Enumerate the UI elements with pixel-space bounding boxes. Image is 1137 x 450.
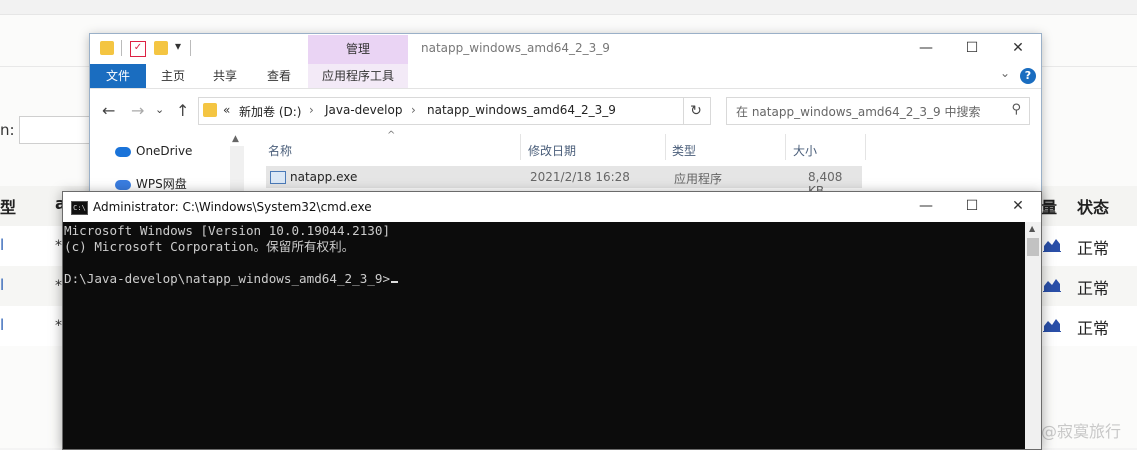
text-cursor — [391, 281, 399, 283]
tab-view[interactable]: 查看 — [258, 64, 300, 88]
maximize-button[interactable]: ☐ — [949, 34, 995, 64]
console-line: Microsoft Windows [Version 10.0.19044.21… — [64, 223, 391, 238]
tab-home[interactable]: 主页 — [152, 64, 194, 88]
file-modified: 2021/2/18 16:28 — [530, 170, 630, 184]
file-row[interactable]: natapp.exe 2021/2/18 16:28 应用程序 8,408 KB — [266, 166, 862, 198]
tab-file[interactable]: 文件 — [90, 64, 146, 88]
column-divider[interactable] — [520, 134, 521, 160]
cloud-icon — [115, 179, 131, 190]
cloud-icon — [115, 146, 131, 157]
help-icon[interactable]: ? — [1020, 68, 1036, 84]
toolbar-separator — [190, 40, 191, 56]
search-icon[interactable]: ⚲ — [1011, 102, 1021, 117]
window-title: Administrator: C:\Windows\System32\cmd.e… — [93, 200, 372, 214]
breadcrumb-drive[interactable]: 新加卷 (D:) — [239, 103, 301, 120]
folder-icon[interactable] — [100, 41, 114, 55]
row-masked-value: * — [55, 238, 62, 254]
up-button[interactable]: ↑ — [176, 101, 189, 120]
sort-ascending-icon: ^ — [387, 130, 396, 141]
console-line: (c) Microsoft Corporation。保留所有权利。 — [64, 239, 355, 254]
page-top-band — [0, 0, 1137, 15]
explorer-title-bar[interactable]: ✓ ▾ 管理 natapp_windows_amd64_2_3_9 — ☐ ✕ — [90, 34, 1041, 64]
column-header-quantity: 量 — [1041, 198, 1058, 217]
row-masked-value: * — [55, 278, 62, 294]
column-divider[interactable] — [665, 134, 666, 160]
application-icon — [270, 171, 286, 184]
breadcrumb-separator-icon[interactable]: › — [309, 103, 314, 117]
scroll-up-icon[interactable]: ▲ — [1029, 224, 1035, 233]
maximize-button[interactable]: ☐ — [949, 192, 995, 222]
column-header-type[interactable]: 类型 — [672, 142, 696, 159]
row-status: 正常 — [1077, 319, 1110, 338]
nav-item-wps-drive[interactable]: WPS网盘 — [115, 175, 187, 192]
tab-share[interactable]: 共享 — [204, 64, 246, 88]
folder-icon — [203, 103, 217, 117]
search-box[interactable]: 在 natapp_windows_amd64_2_3_9 中搜索 ⚲ — [726, 97, 1030, 125]
chart-icon[interactable] — [1043, 316, 1061, 332]
breadcrumb-separator-icon[interactable]: › — [411, 103, 416, 117]
window-title: natapp_windows_amd64_2_3_9 — [421, 41, 610, 55]
address-bar[interactable]: « 新加卷 (D:) › Java-develop › natapp_windo… — [198, 97, 779, 125]
breadcrumb-java-develop[interactable]: Java-develop — [325, 103, 402, 117]
file-type: 应用程序 — [674, 172, 723, 186]
column-header-name[interactable]: 名称 — [268, 142, 292, 159]
row-status: 正常 — [1077, 279, 1110, 298]
console-prompt-line[interactable]: D:\Java-develop\natapp_windows_amd64_2_3… — [64, 271, 399, 287]
row-masked-value: * — [55, 318, 62, 334]
console-scrollbar[interactable]: ▲ — [1025, 222, 1041, 449]
nav-item-onedrive[interactable]: OneDrive — [115, 144, 192, 158]
column-divider[interactable] — [785, 134, 786, 160]
column-header-type: 型 — [0, 198, 17, 217]
new-folder-icon[interactable] — [154, 41, 168, 55]
quick-access-dropdown-icon[interactable]: ▾ — [175, 39, 181, 53]
refresh-button[interactable]: ↻ — [682, 97, 711, 125]
cmd-icon[interactable]: C:\ — [71, 201, 88, 215]
ribbon-tabs: 文件 主页 共享 查看 应用程序工具 ⌄ ? — [90, 64, 1041, 89]
tab-application-tools[interactable]: 应用程序工具 — [308, 64, 408, 88]
close-button[interactable]: ✕ — [995, 34, 1041, 64]
address-bar-row: ← → ⌄ ↑ « 新加卷 (D:) › Java-develop › nata… — [90, 94, 1041, 128]
scrollbar-thumb[interactable] — [1027, 238, 1039, 256]
search-input[interactable]: 在 natapp_windows_amd64_2_3_9 中搜索 — [736, 103, 981, 120]
file-name: natapp.exe — [290, 170, 358, 184]
breadcrumb-overflow-icon[interactable]: « — [223, 103, 230, 117]
forward-button[interactable]: → — [131, 101, 144, 120]
row-status: 正常 — [1077, 239, 1110, 258]
chart-icon[interactable] — [1043, 236, 1061, 252]
recent-locations-icon[interactable]: ⌄ — [155, 103, 164, 116]
nav-item-label: WPS网盘 — [136, 177, 187, 191]
column-header-modified[interactable]: 修改日期 — [528, 142, 576, 159]
console-prompt: D:\Java-develop\natapp_windows_amd64_2_3… — [64, 271, 391, 286]
scroll-up-icon[interactable]: ▲ — [232, 134, 239, 144]
nav-item-label: OneDrive — [136, 144, 193, 158]
column-header-status: 状态 — [1077, 198, 1110, 217]
properties-icon[interactable]: ✓ — [130, 41, 146, 57]
command-prompt-window: C:\ Administrator: C:\Windows\System32\c… — [62, 191, 1042, 450]
column-divider[interactable] — [865, 134, 866, 160]
row-link[interactable]: l — [0, 316, 4, 334]
close-button[interactable]: ✕ — [995, 192, 1041, 222]
column-header-size[interactable]: 大小 — [793, 142, 817, 159]
row-link[interactable]: l — [0, 236, 4, 254]
filter-label: n: — [0, 121, 15, 139]
breadcrumb-current-folder[interactable]: natapp_windows_amd64_2_3_9 — [427, 103, 616, 117]
ribbon-expand-icon[interactable]: ⌄ — [1000, 66, 1010, 80]
chart-icon[interactable] — [1043, 276, 1061, 292]
row-link[interactable]: l — [0, 276, 4, 294]
minimize-button[interactable]: — — [903, 34, 949, 64]
back-button[interactable]: ← — [102, 101, 115, 120]
tab-manage[interactable]: 管理 — [308, 35, 408, 64]
console-output[interactable]: Microsoft Windows [Version 10.0.19044.21… — [63, 222, 1025, 449]
file-explorer-window: ✓ ▾ 管理 natapp_windows_amd64_2_3_9 — ☐ ✕ … — [89, 33, 1042, 205]
toolbar-separator — [121, 40, 122, 56]
cmd-title-bar[interactable]: C:\ Administrator: C:\Windows\System32\c… — [63, 192, 1041, 222]
minimize-button[interactable]: — — [903, 192, 949, 222]
